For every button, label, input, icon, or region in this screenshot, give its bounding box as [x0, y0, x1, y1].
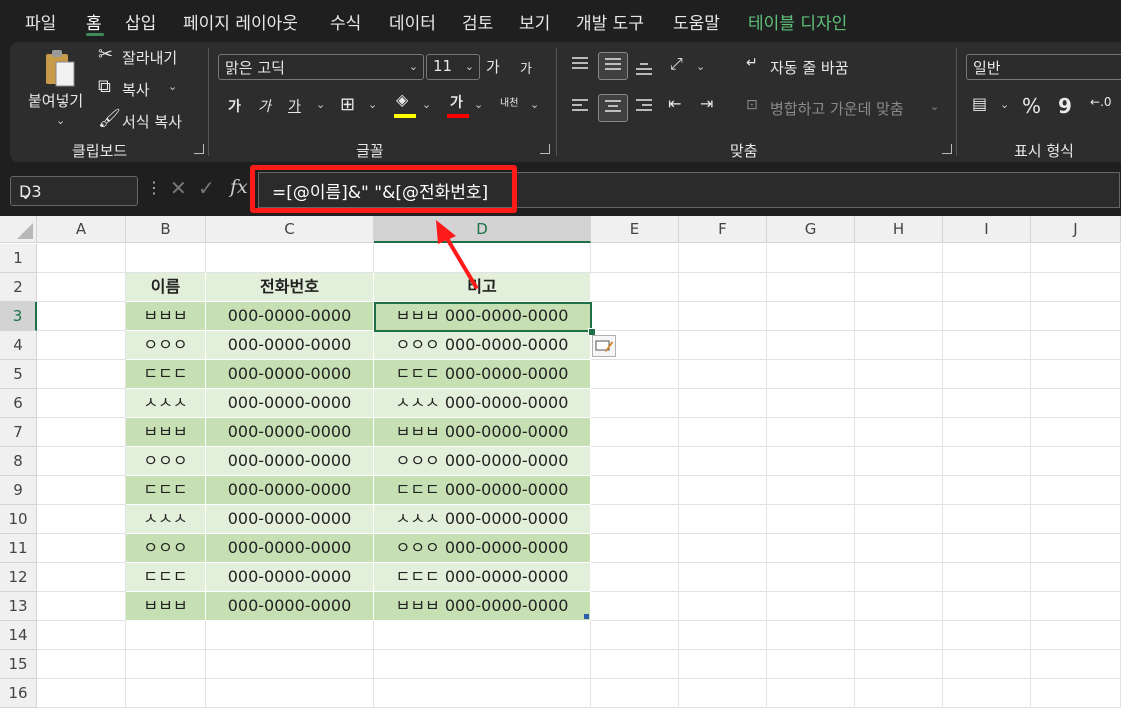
annotation-arrow: [436, 220, 478, 289]
